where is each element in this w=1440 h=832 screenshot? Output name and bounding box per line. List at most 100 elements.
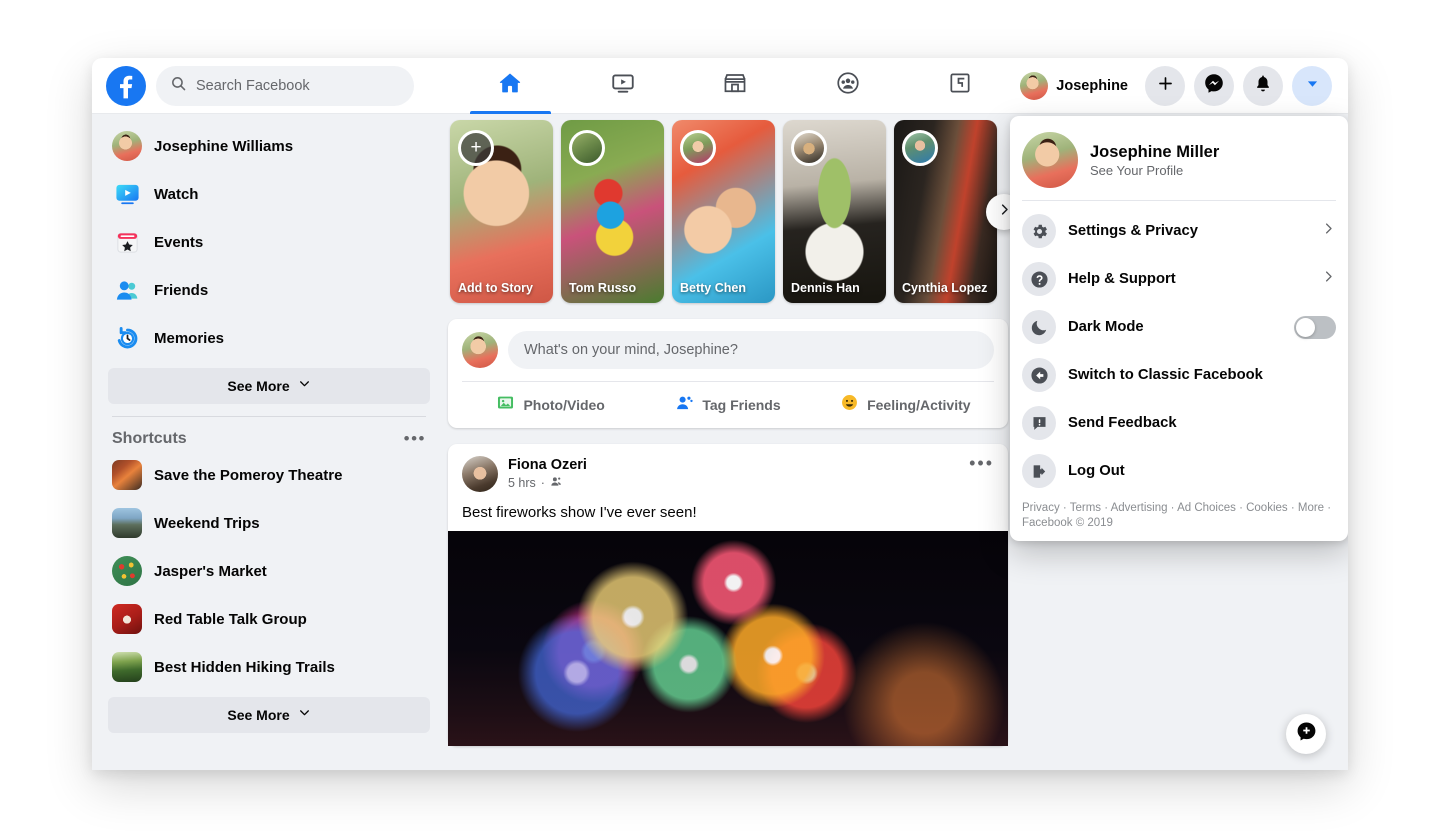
see-more-label: See More <box>227 707 289 723</box>
menu-item-switch-classic[interactable]: Switch to Classic Facebook <box>1010 351 1348 399</box>
menu-item-label: Send Feedback <box>1068 415 1177 431</box>
jaspers-market-thumb <box>112 556 142 586</box>
new-message-icon <box>1295 720 1318 748</box>
composer-action-label: Photo/Video <box>523 397 604 413</box>
story-caption: Tom Russo <box>569 281 658 296</box>
menu-item-settings-privacy[interactable]: Settings & Privacy <box>1010 207 1348 255</box>
primary-nav <box>454 58 1016 114</box>
menu-item-log-out[interactable]: Log Out <box>1010 447 1348 495</box>
shortcut-item[interactable]: Jasper's Market <box>106 547 432 595</box>
search-placeholder: Search Facebook <box>196 78 310 94</box>
menu-item-label: Log Out <box>1068 463 1125 479</box>
question-help-icon <box>1022 262 1056 296</box>
nav-gaming[interactable] <box>904 58 1016 114</box>
sidebar-item-profile[interactable]: Josephine Williams <box>106 122 432 170</box>
sidebar-item-label: Events <box>154 234 203 251</box>
create-button[interactable] <box>1145 66 1185 106</box>
post-more-options-button[interactable]: ••• <box>969 456 994 470</box>
screen: Search Facebook <box>0 0 1440 832</box>
account-menu-button[interactable] <box>1292 66 1332 106</box>
composer-actions: Photo/Video Tag Friends Feeling/Activity <box>462 382 994 428</box>
composer-input[interactable]: What's on your mind, Josephine? <box>508 331 994 369</box>
dropdown-footer-links[interactable]: Privacy · Terms · Advertising · Ad Choic… <box>1010 495 1348 533</box>
bell-notifications-icon <box>1253 73 1273 98</box>
nav-groups[interactable] <box>791 58 903 114</box>
shortcut-item[interactable]: Save the Pomeroy Theatre <box>106 451 432 499</box>
shortcut-item[interactable]: Best Hidden Hiking Trails <box>106 643 432 691</box>
shortcut-item[interactable]: Weekend Trips <box>106 499 432 547</box>
shortcuts-see-more-button[interactable]: See More <box>108 697 430 733</box>
chevron-right-icon <box>1321 221 1336 241</box>
profile-chip[interactable]: Josephine <box>1016 68 1136 104</box>
facebook-logo-icon[interactable] <box>106 66 146 106</box>
dark-mode-toggle[interactable] <box>1294 316 1336 339</box>
sidebar-item-friends[interactable]: Friends <box>106 266 432 314</box>
dropdown-profile-row[interactable]: Josephine Miller See Your Profile <box>1010 126 1348 198</box>
dropdown-profile-text: Josephine Miller See Your Profile <box>1090 142 1219 178</box>
dropdown-profile-name: Josephine Miller <box>1090 142 1219 162</box>
sidebar-item-label: Josephine Williams <box>154 138 293 155</box>
events-calendar-icon <box>112 227 142 257</box>
feedback-icon <box>1022 406 1056 440</box>
watch-video-icon <box>610 70 636 101</box>
chevron-down-icon <box>298 377 311 395</box>
sidebar-see-more-button[interactable]: See More <box>108 368 430 404</box>
tag-friends-icon <box>675 393 694 417</box>
nav-watch[interactable] <box>566 58 678 114</box>
composer-tag-friends-button[interactable]: Tag Friends <box>639 382 816 428</box>
dropdown-divider <box>1022 200 1336 201</box>
shortcuts-title: Shortcuts <box>112 430 187 448</box>
sidebar-item-memories[interactable]: Memories <box>106 314 432 362</box>
composer-feeling-activity-button[interactable]: Feeling/Activity <box>817 382 994 428</box>
watch-icon <box>112 179 142 209</box>
shortcut-label: Jasper's Market <box>154 563 267 580</box>
post-text: Best fireworks show I've ever seen! <box>448 492 1008 531</box>
shortcut-label: Weekend Trips <box>154 515 260 532</box>
story-caption: Betty Chen <box>680 281 769 296</box>
menu-item-help-support[interactable]: Help & Support <box>1010 255 1348 303</box>
avatar <box>1020 72 1048 100</box>
post-author[interactable]: Fiona Ozeri <box>508 456 587 474</box>
post-time[interactable]: 5 hrs <box>508 476 536 490</box>
weekend-trips-thumb <box>112 508 142 538</box>
friends-audience-icon[interactable] <box>550 475 563 491</box>
search-input[interactable]: Search Facebook <box>156 66 414 106</box>
user-avatar-icon <box>112 131 142 161</box>
notifications-button[interactable] <box>1243 66 1283 106</box>
post-author-block: Fiona Ozeri 5 hrs · <box>508 456 587 491</box>
nav-home[interactable] <box>454 58 566 114</box>
shortcut-item[interactable]: Red Table Talk Group <box>106 595 432 643</box>
chevron-down-icon <box>298 706 311 724</box>
sidebar-item-events[interactable]: Events <box>106 218 432 266</box>
nav-marketplace[interactable] <box>679 58 791 114</box>
sidebar-item-label: Friends <box>154 282 208 299</box>
story-card[interactable]: Cynthia Lopez <box>894 120 997 303</box>
menu-item-label: Switch to Classic Facebook <box>1068 367 1263 383</box>
story-caption: Cynthia Lopez <box>902 281 991 296</box>
see-more-label: See More <box>227 378 289 394</box>
facebook-window: Search Facebook <box>92 58 1348 770</box>
post-image[interactable] <box>448 531 1008 746</box>
sidebar-item-watch[interactable]: Watch <box>106 170 432 218</box>
moon-icon <box>1022 310 1056 344</box>
story-card[interactable]: Tom Russo <box>561 120 664 303</box>
menu-item-send-feedback[interactable]: Send Feedback <box>1010 399 1348 447</box>
groups-people-icon <box>835 70 861 101</box>
news-feed: + Add to Story Tom Russo Betty Chen Denn… <box>448 114 1008 770</box>
chevron-right-icon <box>1321 269 1336 289</box>
new-message-button[interactable] <box>1286 714 1326 754</box>
messenger-button[interactable] <box>1194 66 1234 106</box>
avatar[interactable] <box>462 456 498 492</box>
story-card-add[interactable]: + Add to Story <box>450 120 553 303</box>
composer-photo-video-button[interactable]: Photo/Video <box>462 382 639 428</box>
menu-item-label: Settings & Privacy <box>1068 223 1198 239</box>
ellipsis-icon[interactable]: ••• <box>404 429 426 449</box>
feeling-activity-icon <box>840 393 859 417</box>
menu-item-dark-mode[interactable]: Dark Mode <box>1010 303 1348 351</box>
composer-placeholder: What's on your mind, Josephine? <box>524 342 738 358</box>
story-card[interactable]: Dennis Han <box>783 120 886 303</box>
story-card[interactable]: Betty Chen <box>672 120 775 303</box>
logout-icon <box>1022 454 1056 488</box>
memories-clock-icon <box>112 323 142 353</box>
story-caption: Dennis Han <box>791 281 880 296</box>
